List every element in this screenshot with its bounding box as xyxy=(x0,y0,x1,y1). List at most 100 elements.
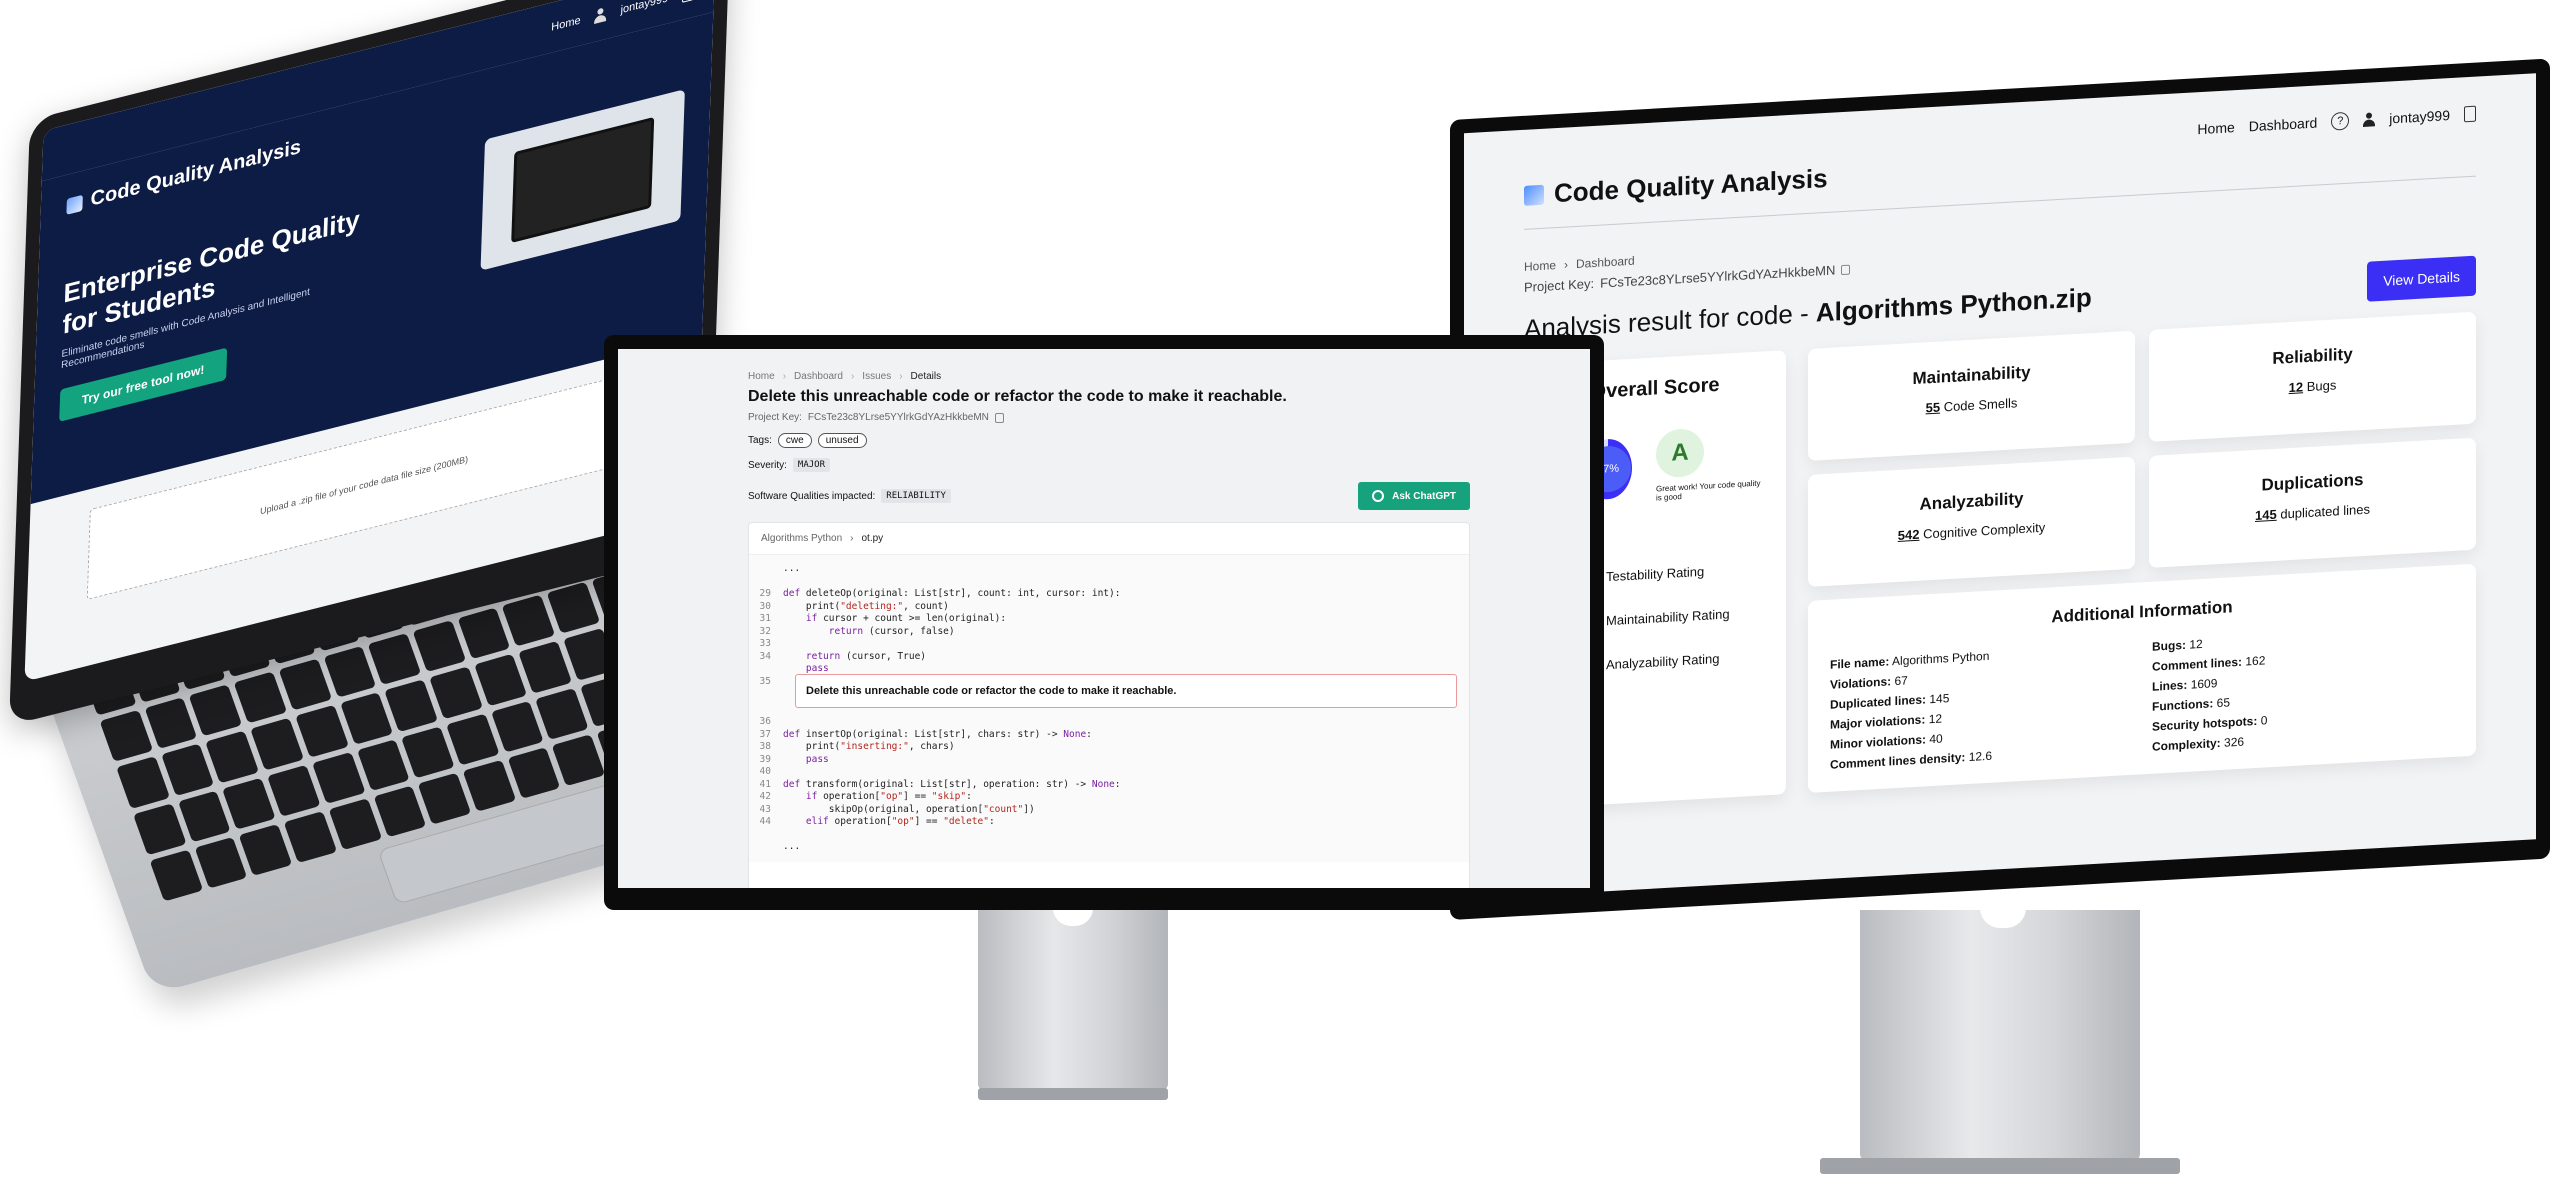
metric-card-duplications[interactable]: Duplications 145 duplicated lines xyxy=(2149,437,2476,568)
line-number: 34 xyxy=(759,650,771,662)
line-number: 38 xyxy=(759,741,771,752)
ask-chatgpt-button[interactable]: Ask ChatGPT xyxy=(1358,482,1470,510)
metric-card-maintainability[interactable]: Maintainability 55 Code Smells xyxy=(1808,330,2135,461)
hero-preview-image xyxy=(480,89,685,271)
user-icon xyxy=(2363,112,2375,127)
line-number: 43 xyxy=(759,803,771,815)
grade-note: Great work! Your code quality is good xyxy=(1656,478,1761,503)
rating-label: Analyzability Rating xyxy=(1606,650,1720,672)
nav-dashboard-link[interactable]: Dashboard xyxy=(2249,115,2318,135)
issue-annotation: Delete this unreachable code or refactor… xyxy=(795,674,1457,708)
tag-chip[interactable]: cwe xyxy=(777,433,812,448)
info-value: 12 xyxy=(1928,711,1943,727)
code-line: 37 def insertOp(original: List[str], char… xyxy=(749,729,1469,742)
metric-value[interactable]: 55 xyxy=(1926,400,1940,416)
line-number: 29 xyxy=(759,588,771,599)
info-key: Bugs: xyxy=(2152,637,2186,654)
help-icon[interactable]: ? xyxy=(2331,111,2350,131)
line-number: 32 xyxy=(759,625,771,637)
code-line: 42 if operation["op"] == "skip": xyxy=(749,791,1469,804)
keyboard-key xyxy=(339,692,394,745)
result-file-name: Algorithms Python.zip xyxy=(1815,281,2092,328)
info-key: Violations: xyxy=(1830,674,1892,692)
info-key: Duplicated lines: xyxy=(1830,692,1927,712)
file-path: Algorithms Python › ot.py xyxy=(749,523,1469,555)
page-title: Analysis result for code - Algorithms Py… xyxy=(1524,282,2092,345)
info-key: Functions: xyxy=(2152,696,2214,714)
right-monitor-screen: Home Dashboard ? jontay999 Code Quality … xyxy=(1464,73,2536,900)
nav-username[interactable]: jontay999 xyxy=(2389,107,2450,126)
info-value: 67 xyxy=(1894,673,1908,689)
center-monitor-stand xyxy=(978,908,1168,1100)
code-line: 31 if cursor + count >= len(original): xyxy=(749,613,1469,626)
project-key-label: Project Key: xyxy=(1524,275,1595,295)
info-key: Comment lines: xyxy=(2152,654,2243,674)
keyboard-key xyxy=(473,653,528,707)
metric-card-reliability[interactable]: Reliability 12 Bugs xyxy=(2149,311,2476,442)
metric-value[interactable]: 145 xyxy=(2255,507,2277,523)
severity-row: Severity: MAJOR xyxy=(748,458,1470,472)
metric-value[interactable]: 12 xyxy=(2289,379,2303,395)
keyboard-key xyxy=(546,581,601,634)
right-monitor: Home Dashboard ? jontay999 Code Quality … xyxy=(1450,58,2559,1184)
right-monitor-stand xyxy=(1820,908,2180,1174)
line-number: 35 xyxy=(759,675,771,687)
line-number xyxy=(749,663,783,676)
breadcrumb-issues[interactable]: Issues xyxy=(862,371,891,382)
keyboard-key xyxy=(250,718,304,771)
copy-icon[interactable] xyxy=(994,412,1004,423)
tag-chip[interactable]: unused xyxy=(817,433,867,448)
keyboard-key xyxy=(238,823,293,876)
code-text: def transform(original: List[str], opera… xyxy=(783,778,1121,790)
line-number xyxy=(749,829,783,842)
info-key: Comment lines density: xyxy=(1830,750,1966,772)
code-line: 44 elif operation["op"] == "delete": xyxy=(749,816,1469,829)
keyboard-key xyxy=(373,785,427,838)
nav-username[interactable]: jontay999 xyxy=(620,0,668,16)
file-path-folder[interactable]: Algorithms Python xyxy=(761,533,842,544)
code-text: if operation["op"] == "skip": xyxy=(805,791,972,802)
code-viewer: Algorithms Python › ot.py ... 29 def delet… xyxy=(748,522,1470,888)
line-number xyxy=(749,576,783,589)
info-key: Complexity: xyxy=(2152,735,2221,754)
nav-home-link[interactable]: Home xyxy=(551,14,581,33)
copy-icon[interactable] xyxy=(1841,264,1851,275)
additional-info-list: File name: Algorithms Python Bugs: 12 Viol… xyxy=(1830,623,2454,772)
metric-value[interactable]: 542 xyxy=(1898,527,1920,543)
logout-icon[interactable] xyxy=(2464,105,2476,123)
keyboard-key xyxy=(311,751,366,804)
keyboard-key xyxy=(233,671,288,724)
chatgpt-icon xyxy=(1372,490,1385,502)
info-value: 326 xyxy=(2224,734,2245,750)
tags-label: Tags: xyxy=(748,435,772,446)
severity-label: Severity: xyxy=(748,459,787,471)
keyboard-key xyxy=(189,684,243,737)
line-number: 30 xyxy=(759,600,771,612)
keyboard-key xyxy=(401,726,455,779)
info-key: Major violations: xyxy=(1830,712,1926,732)
keyboard-key xyxy=(367,633,422,686)
breadcrumb-dashboard[interactable]: Dashboard xyxy=(794,371,843,382)
metric-title: Reliability xyxy=(2272,344,2353,369)
info-value: 145 xyxy=(1929,691,1950,707)
keyboard-key xyxy=(490,700,545,753)
project-key-value: FCsTe23c8YLrse5YYlrkGdYAzHkkbeMN xyxy=(807,412,989,423)
info-value: 162 xyxy=(2245,653,2266,669)
nav-home-link[interactable]: Home xyxy=(2197,119,2234,137)
view-details-button[interactable]: View Details xyxy=(2367,255,2476,302)
code-text: skipOp(original, operation["count"]) xyxy=(783,803,1035,815)
keyboard-key xyxy=(222,777,276,830)
line-number: 37 xyxy=(759,728,771,740)
metric-card-analyzability[interactable]: Analyzability 542 Cognitive Complexity xyxy=(1808,456,2135,587)
breadcrumb-dashboard[interactable]: Dashboard xyxy=(1576,254,1635,271)
breadcrumb-home[interactable]: Home xyxy=(1524,258,1556,274)
logout-icon[interactable] xyxy=(681,0,695,3)
info-value: 65 xyxy=(2216,695,2231,711)
keyboard-key xyxy=(417,772,472,825)
code-text: pass xyxy=(805,663,829,674)
code-line: 41 def transform(original: List[str], ope… xyxy=(749,779,1469,792)
breadcrumb-home[interactable]: Home xyxy=(748,371,775,382)
keyboard-key xyxy=(267,764,321,817)
keyboard-key xyxy=(412,620,467,673)
severity-value: MAJOR xyxy=(792,458,830,472)
